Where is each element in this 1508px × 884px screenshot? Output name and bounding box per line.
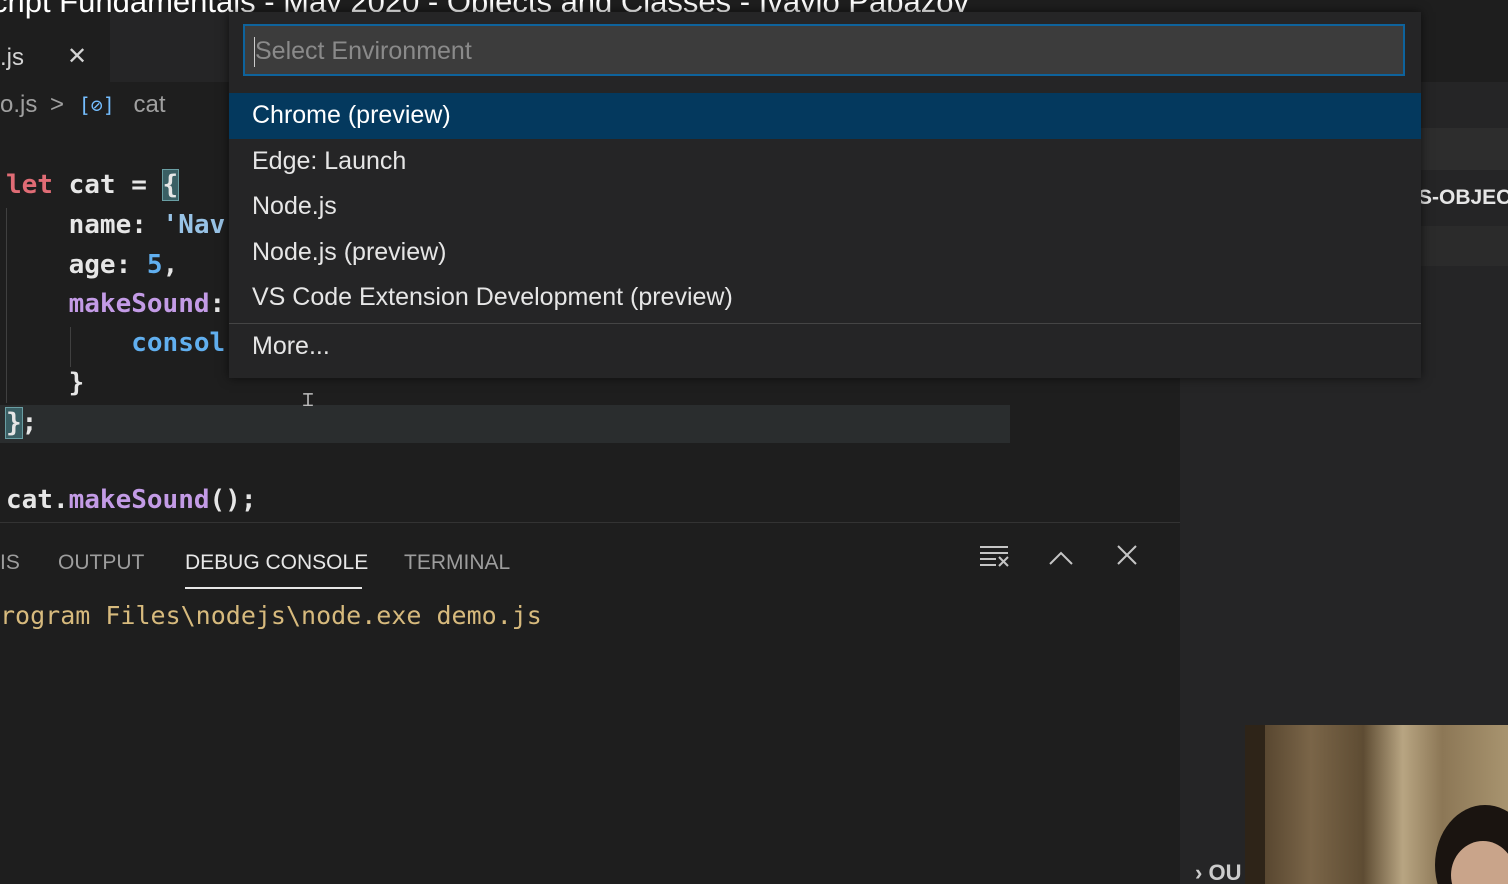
code-line[interactable]: let cat = { bbox=[6, 169, 180, 201]
code-line[interactable]: }; bbox=[5, 407, 37, 439]
right-panel-row[interactable] bbox=[1420, 226, 1508, 266]
maximize-panel-icon[interactable] bbox=[1043, 543, 1079, 579]
environment-option-extension-dev[interactable]: VS Code Extension Development (preview) bbox=[229, 275, 1421, 321]
current-line-highlight bbox=[0, 405, 1010, 443]
right-panel-section-label[interactable]: S-OBJEC bbox=[1418, 186, 1508, 210]
chevron-right-icon: › bbox=[1195, 860, 1203, 884]
tab-terminal[interactable]: TERMINAL bbox=[404, 551, 510, 575]
code-line[interactable]: cat.makeSound(); bbox=[6, 485, 256, 515]
environment-search-input[interactable] bbox=[253, 32, 1397, 70]
right-panel-collapsed-section[interactable]: › OU bbox=[1195, 860, 1241, 884]
breadcrumb-symbol[interactable]: cat bbox=[134, 91, 166, 119]
code-line[interactable]: makeSound: bbox=[6, 289, 226, 319]
collapsed-section-label: OU bbox=[1208, 860, 1242, 884]
quick-pick-input-box[interactable] bbox=[243, 24, 1405, 76]
quick-pick-list: Chrome (preview) Edge: Launch Node.js No… bbox=[229, 93, 1421, 369]
bottom-panel: IS OUTPUT DEBUG CONSOLE TERMINAL rogram … bbox=[0, 522, 1180, 884]
environment-option-edge[interactable]: Edge: Launch bbox=[229, 139, 1421, 185]
breadcrumb: o.js > [⊘] cat bbox=[0, 90, 166, 124]
editor-tab-name: .js bbox=[0, 44, 24, 71]
clear-console-icon[interactable] bbox=[976, 543, 1012, 579]
variable-symbol-icon: [⊘] bbox=[78, 92, 115, 117]
close-panel-icon[interactable] bbox=[1109, 543, 1145, 579]
code-line[interactable]: } bbox=[6, 368, 85, 398]
code-line[interactable]: name: 'Nav bbox=[6, 210, 226, 240]
text-caret bbox=[254, 37, 255, 67]
tab-debug-console[interactable]: DEBUG CONSOLE bbox=[185, 551, 368, 575]
close-icon[interactable]: ✕ bbox=[63, 42, 91, 70]
code-line[interactable]: consol bbox=[6, 328, 225, 358]
debug-console-output: rogram Files\nodejs\node.exe demo.js bbox=[0, 601, 542, 630]
code-line[interactable]: age: 5, bbox=[6, 250, 179, 280]
quick-pick-environment: Chrome (preview) Edge: Launch Node.js No… bbox=[229, 12, 1421, 378]
environment-option-nodejs-preview[interactable]: Node.js (preview) bbox=[229, 230, 1421, 276]
right-panel-header bbox=[1420, 128, 1508, 170]
breadcrumb-file[interactable]: o.js bbox=[0, 91, 37, 119]
webcam-overlay bbox=[1245, 725, 1508, 884]
editor-tab[interactable]: .js ✕ bbox=[0, 12, 110, 82]
environment-option-more[interactable]: More... bbox=[229, 324, 1421, 370]
vscode-window: .js ✕ cript Fundamentals - May 2020 - Ob… bbox=[0, 0, 1508, 884]
text-cursor-icon: Ɪ bbox=[303, 390, 314, 411]
tab-output[interactable]: OUTPUT bbox=[58, 551, 144, 575]
active-tab-indicator bbox=[185, 587, 362, 589]
environment-option-chrome[interactable]: Chrome (preview) bbox=[229, 93, 1421, 139]
tab-problems[interactable]: IS bbox=[0, 551, 20, 575]
environment-option-nodejs[interactable]: Node.js bbox=[229, 184, 1421, 230]
chevron-right-icon: > bbox=[50, 90, 65, 118]
